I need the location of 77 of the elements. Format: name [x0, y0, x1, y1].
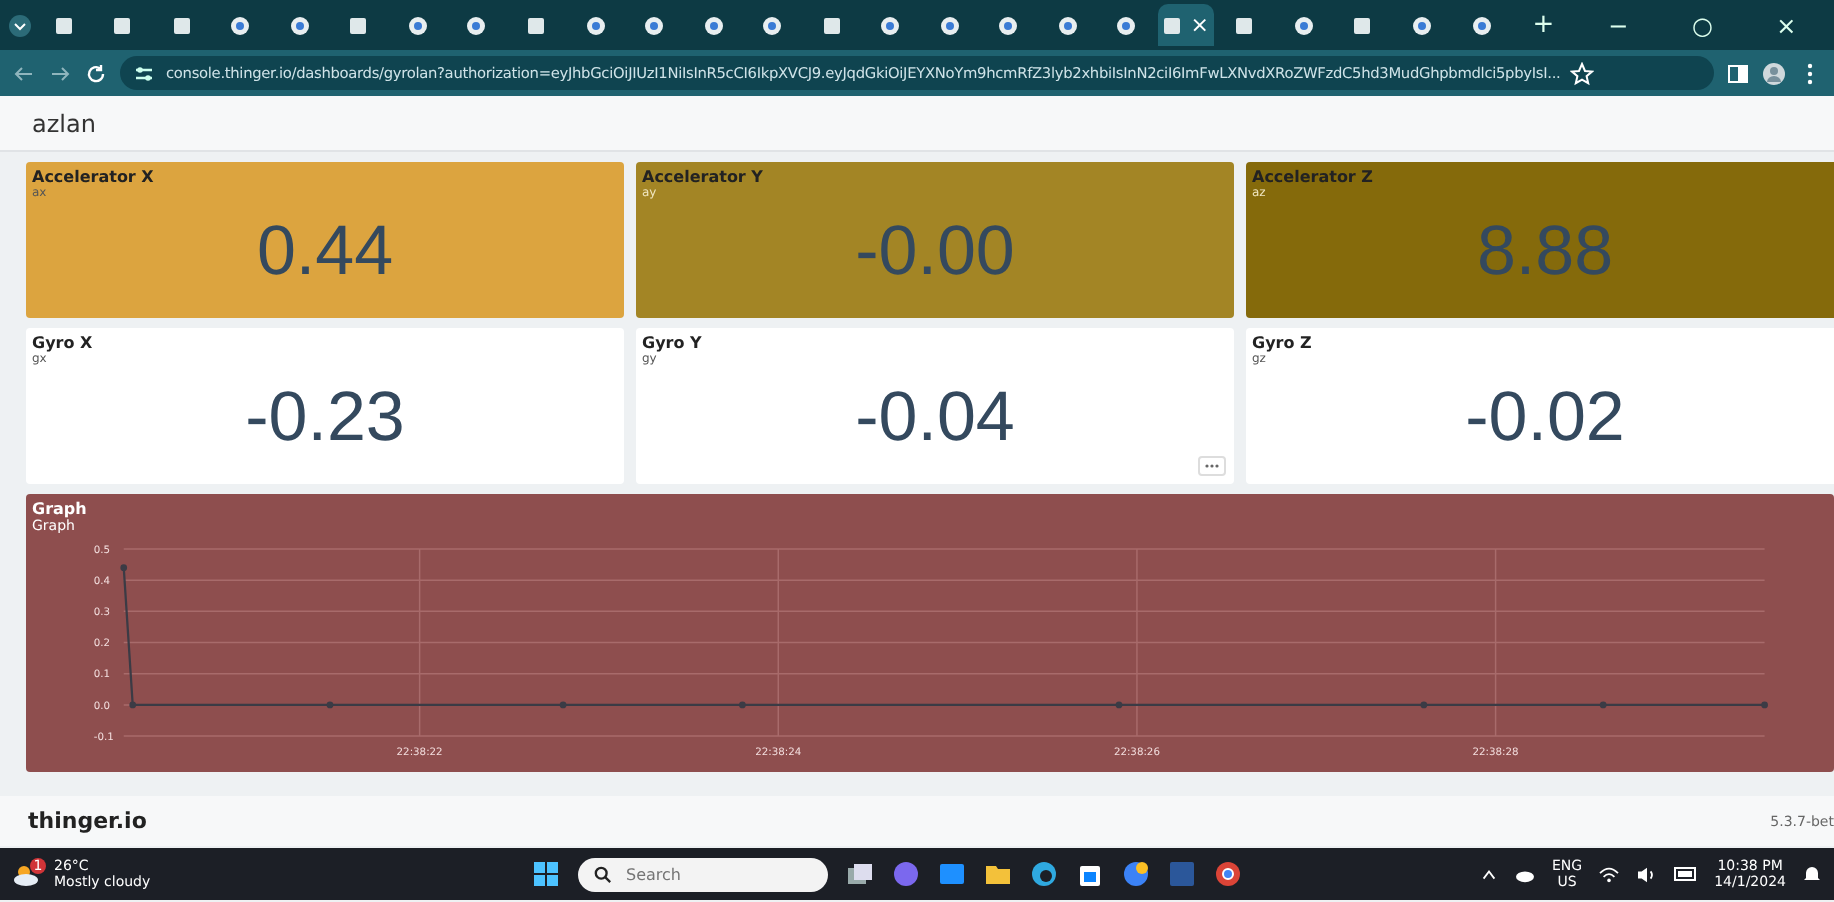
more-options-icon[interactable]	[1198, 456, 1226, 476]
browser-icon	[1411, 15, 1432, 35]
data-point	[1420, 701, 1428, 709]
bell-icon[interactable]	[1802, 864, 1822, 884]
browser-icon	[1116, 15, 1137, 35]
browser-icon	[939, 15, 960, 35]
chevron-up-icon[interactable]	[1480, 865, 1498, 883]
profile-avatar-icon[interactable]	[1762, 61, 1786, 85]
data-point	[559, 701, 567, 709]
browser-icon	[703, 15, 724, 35]
page-icon	[112, 15, 133, 35]
widget-title: Accelerator X	[32, 168, 154, 186]
widget-value: 0.44	[256, 212, 394, 292]
window-control[interactable]: ×	[1746, 11, 1827, 39]
page-icon	[526, 15, 547, 35]
browser-icon	[230, 15, 251, 35]
widget-title: Accelerator Y	[642, 168, 763, 186]
widget-title: Graph	[32, 500, 87, 518]
browser-icon	[585, 15, 606, 35]
new-tab-button[interactable]: +	[1512, 10, 1575, 40]
app-icon[interactable]	[938, 860, 966, 888]
browser-icon	[289, 15, 310, 35]
data-point	[1599, 701, 1607, 709]
task-view-icon[interactable]	[846, 860, 874, 888]
wifi-icon[interactable]	[1598, 865, 1621, 883]
weather-icon[interactable]	[12, 860, 40, 888]
reload-icon[interactable]	[84, 61, 108, 85]
browser-icon	[998, 15, 1019, 35]
browser-icon	[407, 15, 428, 35]
page-icon	[1352, 15, 1373, 35]
search-input[interactable]: Search	[622, 863, 790, 885]
widget-value: -0.00	[855, 212, 1015, 292]
bookmark-star-icon[interactable]	[1570, 61, 1595, 85]
search-field[interactable]: Search	[578, 857, 828, 891]
browser-icon	[466, 15, 487, 35]
side-panel-icon[interactable]	[1726, 61, 1750, 85]
tab-menu-icon[interactable]	[8, 13, 32, 37]
folder-icon[interactable]	[984, 860, 1012, 888]
back-icon[interactable]	[12, 61, 36, 85]
page-icon	[1162, 15, 1183, 35]
page-icon	[53, 15, 74, 35]
widget-title: Accelerator Z	[1252, 168, 1373, 186]
app-icon[interactable]	[1122, 860, 1150, 888]
page-icon	[171, 15, 192, 35]
widget-value: -0.04	[855, 378, 1015, 458]
data-point	[1115, 701, 1123, 709]
battery-icon[interactable]	[1674, 866, 1699, 882]
browser-icon	[644, 15, 665, 35]
widget-title: Gyro X	[32, 334, 93, 352]
browser-icon	[762, 15, 783, 35]
site-info-icon[interactable]	[132, 61, 156, 85]
widget-value: -0.02	[1465, 378, 1625, 458]
logo[interactable]: thinger.io	[28, 808, 147, 834]
browser-icon	[1471, 15, 1492, 35]
window-control[interactable]: −	[1578, 11, 1659, 39]
search-icon	[594, 865, 612, 883]
data-point	[129, 701, 137, 709]
widget-title: Gyro Y	[642, 334, 702, 352]
widget-title: Gyro Z	[1252, 334, 1312, 352]
data-point	[1761, 701, 1768, 709]
window-control[interactable]: ○	[1662, 11, 1743, 39]
page-icon	[1234, 15, 1255, 35]
browser-icon	[1057, 15, 1078, 35]
data-point	[739, 701, 746, 709]
widget-value: 8.88	[1476, 212, 1614, 292]
data-point	[120, 564, 128, 572]
page-icon	[348, 15, 369, 35]
browser-icon	[1293, 15, 1314, 35]
browser-tab[interactable]: ×	[1158, 4, 1214, 46]
dashboard-title: azlan	[32, 109, 96, 137]
page-icon	[821, 15, 842, 35]
forward-icon[interactable]	[48, 61, 72, 85]
data-point	[326, 701, 334, 709]
start-icon[interactable]	[532, 860, 560, 888]
speaker-icon[interactable]	[1636, 865, 1659, 883]
browser-icon	[880, 15, 901, 35]
widget-value: -0.23	[245, 378, 405, 458]
